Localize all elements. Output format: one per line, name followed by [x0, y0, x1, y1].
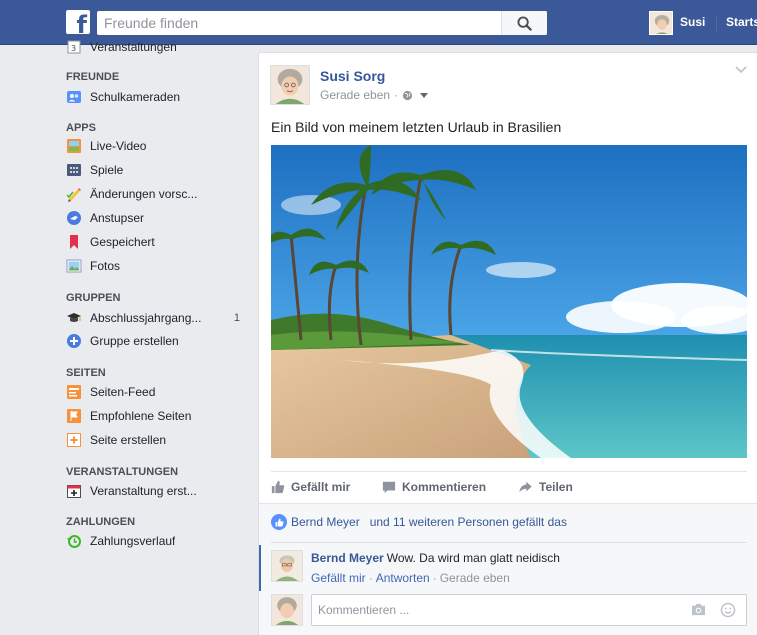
- feedback-divider: [271, 542, 747, 543]
- commenter-avatar[interactable]: [271, 550, 303, 582]
- plus-circle-icon: [66, 333, 82, 349]
- pages-feed-icon: [66, 384, 82, 400]
- post-author-link[interactable]: Susi Sorg: [320, 68, 385, 84]
- sidebar-item-gespeichert[interactable]: Gespeichert: [66, 232, 246, 252]
- search-icon: [517, 16, 532, 31]
- sidebar-item-anstupser[interactable]: Anstupser: [66, 208, 246, 228]
- comment-like-link[interactable]: Gefällt mir: [311, 571, 366, 585]
- comment-reply-link[interactable]: Antworten: [376, 571, 430, 585]
- avatar-image: [271, 66, 309, 104]
- sidebar-item-zahlungsverlauf[interactable]: Zahlungsverlauf: [66, 531, 246, 551]
- group-count-badge: 1: [233, 312, 240, 324]
- friends-icon: [66, 89, 82, 105]
- avatar-image: [272, 595, 302, 625]
- games-icon: [66, 162, 82, 178]
- post-text: Ein Bild von meinem letzten Urlaub in Br…: [271, 119, 562, 135]
- current-user-avatar: [271, 594, 303, 626]
- comment-bubble-icon: [382, 481, 396, 494]
- avatar-image: [650, 12, 672, 34]
- sidebar-item-seiten-feed[interactable]: Seiten-Feed: [66, 382, 246, 402]
- facebook-logo[interactable]: f: [66, 10, 90, 34]
- sidebar-item-empfohlene-seiten[interactable]: Empfohlene Seiten: [66, 406, 246, 426]
- profile-name-link[interactable]: Susi: [680, 15, 705, 29]
- comment-text-block: Bernd Meyer Wow. Da wird man glatt neidis…: [311, 551, 560, 565]
- sidebar-item-veranstaltung-erstellen[interactable]: Veranstaltung erst...: [66, 481, 246, 501]
- section-title-apps: APPS: [66, 122, 96, 134]
- section-title-veranstaltungen: VERANSTALTUNGEN: [66, 466, 179, 478]
- sidebar-item-live-video[interactable]: Live-Video: [66, 136, 246, 156]
- like-badge-icon: [271, 514, 287, 530]
- section-title-gruppen: GRUPPEN: [66, 292, 121, 304]
- create-event-icon: [66, 483, 82, 499]
- flag-icon: [66, 408, 82, 424]
- post-meta: Gerade eben ·: [320, 88, 430, 102]
- globe-icon: [402, 90, 413, 100]
- comment-button[interactable]: Kommentieren: [382, 480, 486, 494]
- section-title-zahlungen: ZAHLUNGEN: [66, 516, 136, 528]
- post-action-bar: Gefällt mir Kommentieren Teilen: [271, 471, 747, 503]
- live-video-icon: [66, 138, 82, 154]
- sidebar-item-gruppe-erstellen[interactable]: Gruppe erstellen: [66, 331, 246, 351]
- sidebar-item-spiele[interactable]: Spiele: [66, 160, 246, 180]
- comment-composer: [311, 594, 747, 626]
- comment-author-link[interactable]: Bernd Meyer: [311, 551, 384, 565]
- like-button[interactable]: Gefällt mir: [271, 480, 350, 494]
- liker-name-link[interactable]: Bernd Meyer: [291, 515, 360, 529]
- comment-highlight-bar: [259, 545, 261, 591]
- post-timestamp[interactable]: Gerade eben: [320, 88, 390, 102]
- profile-avatar[interactable]: [649, 11, 673, 35]
- comment-timestamp[interactable]: Gerade eben: [440, 571, 510, 585]
- comment-action-separator: ·: [368, 571, 373, 585]
- post-options-chevron-icon[interactable]: [735, 66, 747, 74]
- emoji-icon[interactable]: [720, 602, 736, 618]
- pencil-icon: [66, 186, 82, 202]
- section-title-freunde: FREUNDE: [66, 71, 120, 83]
- thumbs-up-icon: [271, 480, 285, 494]
- camera-icon[interactable]: [691, 603, 706, 616]
- share-arrow-icon: [519, 481, 532, 493]
- sidebar-item-veranstaltungen-partial[interactable]: 3 Veranstaltungen: [66, 37, 246, 57]
- bookmark-icon: [66, 234, 82, 250]
- home-link[interactable]: Startseite: [726, 15, 757, 29]
- likes-others-link[interactable]: und 11 weiteren Personen gefällt das: [370, 515, 567, 529]
- sidebar-item-aenderungen[interactable]: Änderungen vorsc...: [66, 184, 246, 204]
- privacy-dropdown-icon[interactable]: [418, 90, 430, 100]
- poke-icon: [66, 210, 82, 226]
- sidebar-item-fotos[interactable]: Fotos: [66, 256, 246, 276]
- graduation-cap-icon: [66, 310, 82, 326]
- svg-text:3: 3: [71, 44, 76, 53]
- post-photo[interactable]: [271, 145, 747, 458]
- sidebar-item-seite-erstellen[interactable]: Seite erstellen: [66, 430, 246, 450]
- sidebar-item-schulkameraden[interactable]: Schulkameraden: [66, 87, 246, 107]
- payment-history-icon: [66, 533, 82, 549]
- search-input[interactable]: [97, 11, 501, 35]
- section-title-seiten: SEITEN: [66, 367, 106, 379]
- search-box: [97, 11, 547, 35]
- likes-summary: Bernd Meyer und 11 weiteren Personen gef…: [271, 513, 747, 531]
- meta-separator: ·: [394, 88, 399, 102]
- beach-photo: [271, 145, 747, 458]
- post-card: Susi Sorg Gerade eben · Ein Bild von mei…: [258, 52, 757, 635]
- author-avatar[interactable]: [270, 65, 310, 105]
- calendar-icon: 3: [66, 39, 82, 55]
- topbar-divider: [716, 15, 717, 31]
- create-page-icon: [66, 432, 82, 448]
- comment-action-separator: ·: [432, 571, 437, 585]
- search-button[interactable]: [501, 11, 547, 35]
- comment-input[interactable]: [312, 595, 682, 625]
- post-feedback-section: Bernd Meyer und 11 weiteren Personen gef…: [259, 503, 757, 635]
- comment-actions: Gefällt mir · Antworten · Gerade eben: [311, 571, 510, 585]
- share-button[interactable]: Teilen: [518, 480, 573, 494]
- sidebar-item-abschlussjahrgang[interactable]: Abschlussjahrgang... 1: [66, 308, 246, 328]
- avatar-image: [272, 551, 302, 581]
- comment-text: Wow. Da wird man glatt neidisch: [386, 551, 560, 565]
- photos-icon: [66, 258, 82, 274]
